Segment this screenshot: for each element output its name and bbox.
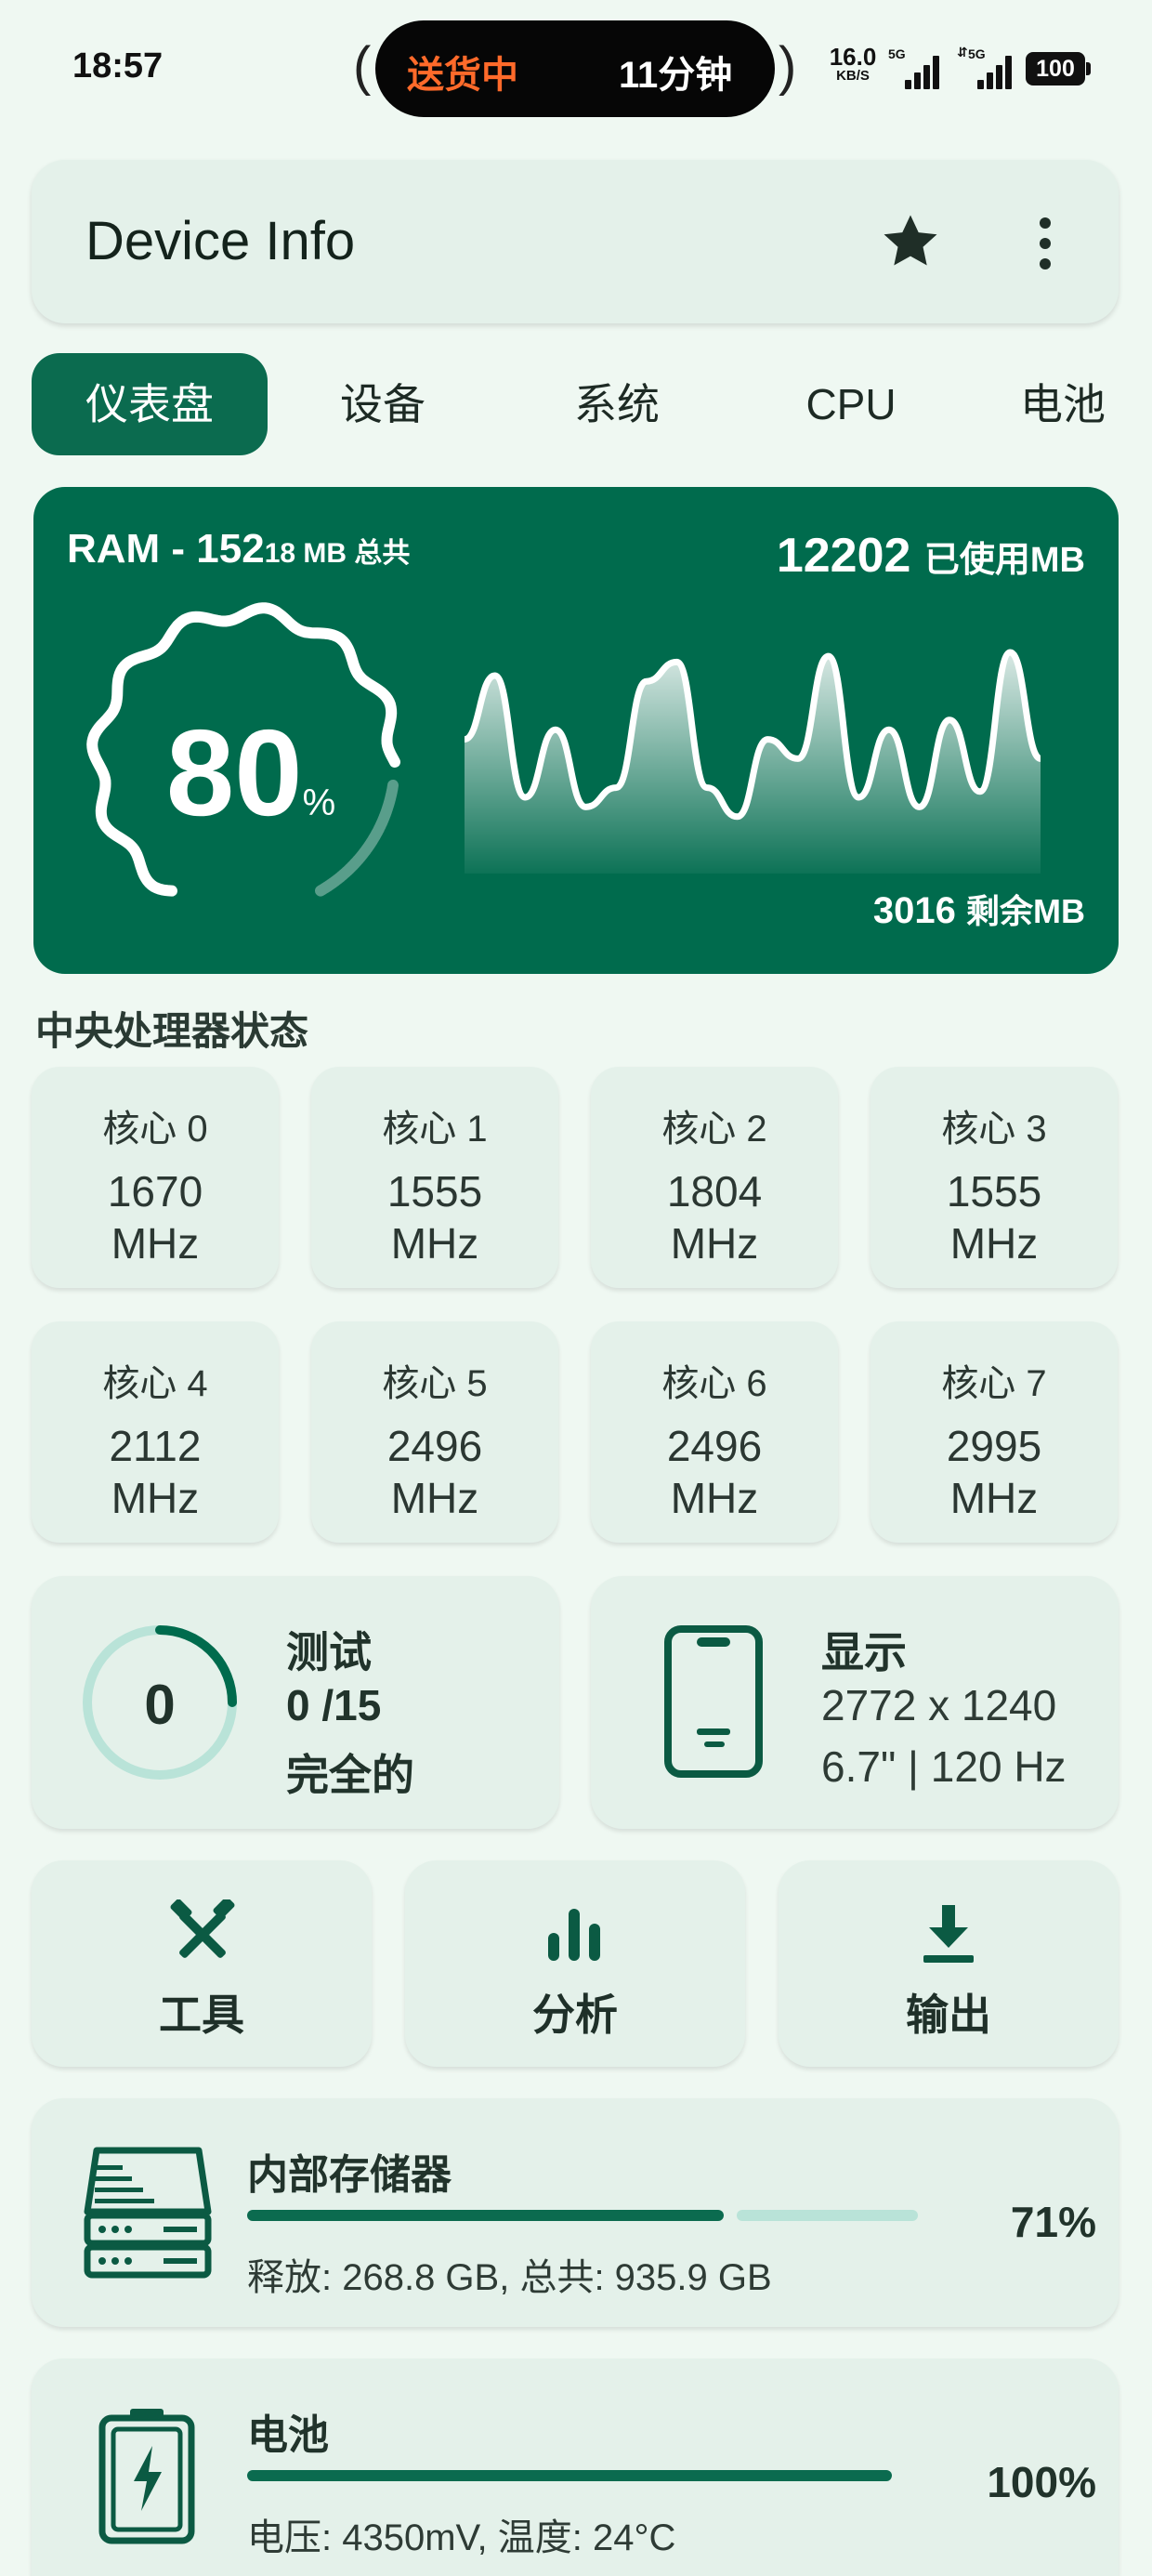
core-card-7[interactable]: 核心 7 2995 MHz <box>871 1321 1118 1543</box>
storage-percent: 71% <box>1010 2198 1096 2246</box>
core-frequency: 1804 <box>666 1167 763 1216</box>
battery-progress-fill <box>247 2470 892 2481</box>
core-card-0[interactable]: 核心 0 1670 MHz <box>32 1067 279 1288</box>
core-unit: MHz <box>390 1219 479 1268</box>
more-options-button[interactable] <box>1022 210 1068 277</box>
ram-free: 3016 剩余MB <box>873 885 1085 933</box>
storage-title: 内部存储器 <box>247 2152 452 2198</box>
ram-used: 12202 已使用MB <box>777 528 1085 584</box>
tools-icon <box>170 1899 235 1958</box>
export-label: 输出 <box>906 1991 991 2039</box>
storage-progress-track <box>736 2210 918 2221</box>
net-speed-value: 16.0 <box>829 43 877 71</box>
island-eta: 11分钟 <box>619 55 733 96</box>
core-label: 核心 5 <box>382 1363 488 1404</box>
ram-used-label: 已使用MB <box>923 541 1085 580</box>
tests-status: 完全的 <box>286 1751 414 1799</box>
ram-total-unit: 18 MB 总共 <box>264 538 411 569</box>
display-spec: 6.7" | 120 Hz <box>821 1742 1067 1791</box>
net-speed-unit: KB/S <box>836 68 870 84</box>
star-icon <box>884 215 937 266</box>
ram-percent-unit: % <box>302 782 336 823</box>
ram-total: RAM - 15218 MB 总共 <box>67 526 410 572</box>
storage-icon <box>84 2147 212 2279</box>
core-card-6[interactable]: 核心 6 2496 MHz <box>591 1321 838 1543</box>
core-label: 核心 1 <box>382 1109 488 1150</box>
display-resolution: 2772 x 1240 <box>821 1681 1057 1729</box>
phone-icon <box>664 1625 763 1778</box>
battery-indicator: 100 <box>1026 52 1091 85</box>
ram-history-chart <box>465 649 1041 874</box>
analysis-label: 分析 <box>532 1991 618 2039</box>
storage-detail: 释放: 268.8 GB, 总共: 935.9 GB <box>247 2257 772 2298</box>
core-label: 核心 4 <box>102 1363 208 1404</box>
bar-chart-icon <box>548 1909 600 1961</box>
core-card-3[interactable]: 核心 3 1555 MHz <box>871 1067 1118 1288</box>
core-frequency: 2995 <box>946 1422 1042 1470</box>
data-arrows-icon: ⇵ <box>957 45 968 59</box>
core-label: 核心 6 <box>661 1363 767 1404</box>
island-left-bracket: ( <box>353 36 372 97</box>
core-card-5[interactable]: 核心 5 2496 MHz <box>311 1321 558 1543</box>
display-title: 显示 <box>821 1628 907 1676</box>
battery-title: 电池 <box>247 2412 329 2458</box>
core-card-1[interactable]: 核心 1 1555 MHz <box>311 1067 558 1288</box>
battery-charging-icon <box>98 2409 195 2544</box>
core-unit: MHz <box>390 1474 479 1522</box>
core-unit: MHz <box>670 1219 759 1268</box>
tests-count: 0 <box>144 1674 176 1736</box>
tab-cpu[interactable]: CPU <box>777 353 925 455</box>
ram-used-value: 12202 <box>776 529 911 583</box>
signal-icon-sim2: 5G ⇵ <box>957 45 1018 91</box>
core-frequency: 2496 <box>386 1422 483 1470</box>
favorite-button[interactable] <box>877 208 944 275</box>
island-delivery-status: 送货中 <box>407 55 518 96</box>
app-title: Device Info <box>85 211 356 271</box>
core-frequency: 1670 <box>107 1167 203 1216</box>
more-vert-icon <box>1040 217 1051 269</box>
battery-percent: 100% <box>987 2458 1096 2506</box>
core-unit: MHz <box>949 1219 1039 1268</box>
tests-progress: 0 /15 <box>286 1681 382 1729</box>
tools-label: 工具 <box>159 1991 244 2039</box>
storage-progress-fill <box>247 2210 724 2221</box>
ram-free-value: 3016 <box>872 890 956 931</box>
ram-free-label: 剩余MB <box>966 892 1085 930</box>
core-frequency: 2112 <box>109 1422 202 1470</box>
core-unit: MHz <box>111 1474 200 1522</box>
cpu-status-title: 中央处理器状态 <box>35 1009 309 1053</box>
core-label: 核心 2 <box>661 1109 767 1150</box>
ram-percent-value: 80 <box>165 704 303 841</box>
island-right-bracket: ) <box>779 36 797 97</box>
tests-title: 测试 <box>286 1628 372 1676</box>
core-frequency: 2496 <box>666 1422 763 1470</box>
core-label: 核心 7 <box>941 1363 1047 1404</box>
battery-detail: 电压: 4350mV, 温度: 24°C <box>247 2517 676 2558</box>
ram-total-label: RAM - 152 <box>67 526 265 572</box>
status-time: 18:57 <box>72 46 164 85</box>
core-unit: MHz <box>111 1219 200 1268</box>
net-speed: 16.0 KB/S <box>825 45 881 84</box>
core-label: 核心 0 <box>102 1109 208 1150</box>
ram-percent: 80% <box>149 703 353 843</box>
core-frequency: 1555 <box>946 1167 1042 1216</box>
core-unit: MHz <box>670 1474 759 1522</box>
tab-battery[interactable]: 电池 <box>1020 353 1152 455</box>
core-unit: MHz <box>949 1474 1039 1522</box>
core-frequency: 1555 <box>386 1167 483 1216</box>
signal-icon-sim1: 5G <box>888 46 946 91</box>
core-label: 核心 3 <box>941 1109 1047 1150</box>
tab-dashboard[interactable]: 仪表盘 <box>32 353 268 455</box>
tab-system[interactable]: 系统 <box>543 353 691 455</box>
download-icon <box>923 1905 974 1963</box>
core-card-2[interactable]: 核心 2 1804 MHz <box>591 1067 838 1288</box>
core-card-4[interactable]: 核心 4 2112 MHz <box>32 1321 279 1543</box>
tab-device[interactable]: 设备 <box>308 353 457 455</box>
